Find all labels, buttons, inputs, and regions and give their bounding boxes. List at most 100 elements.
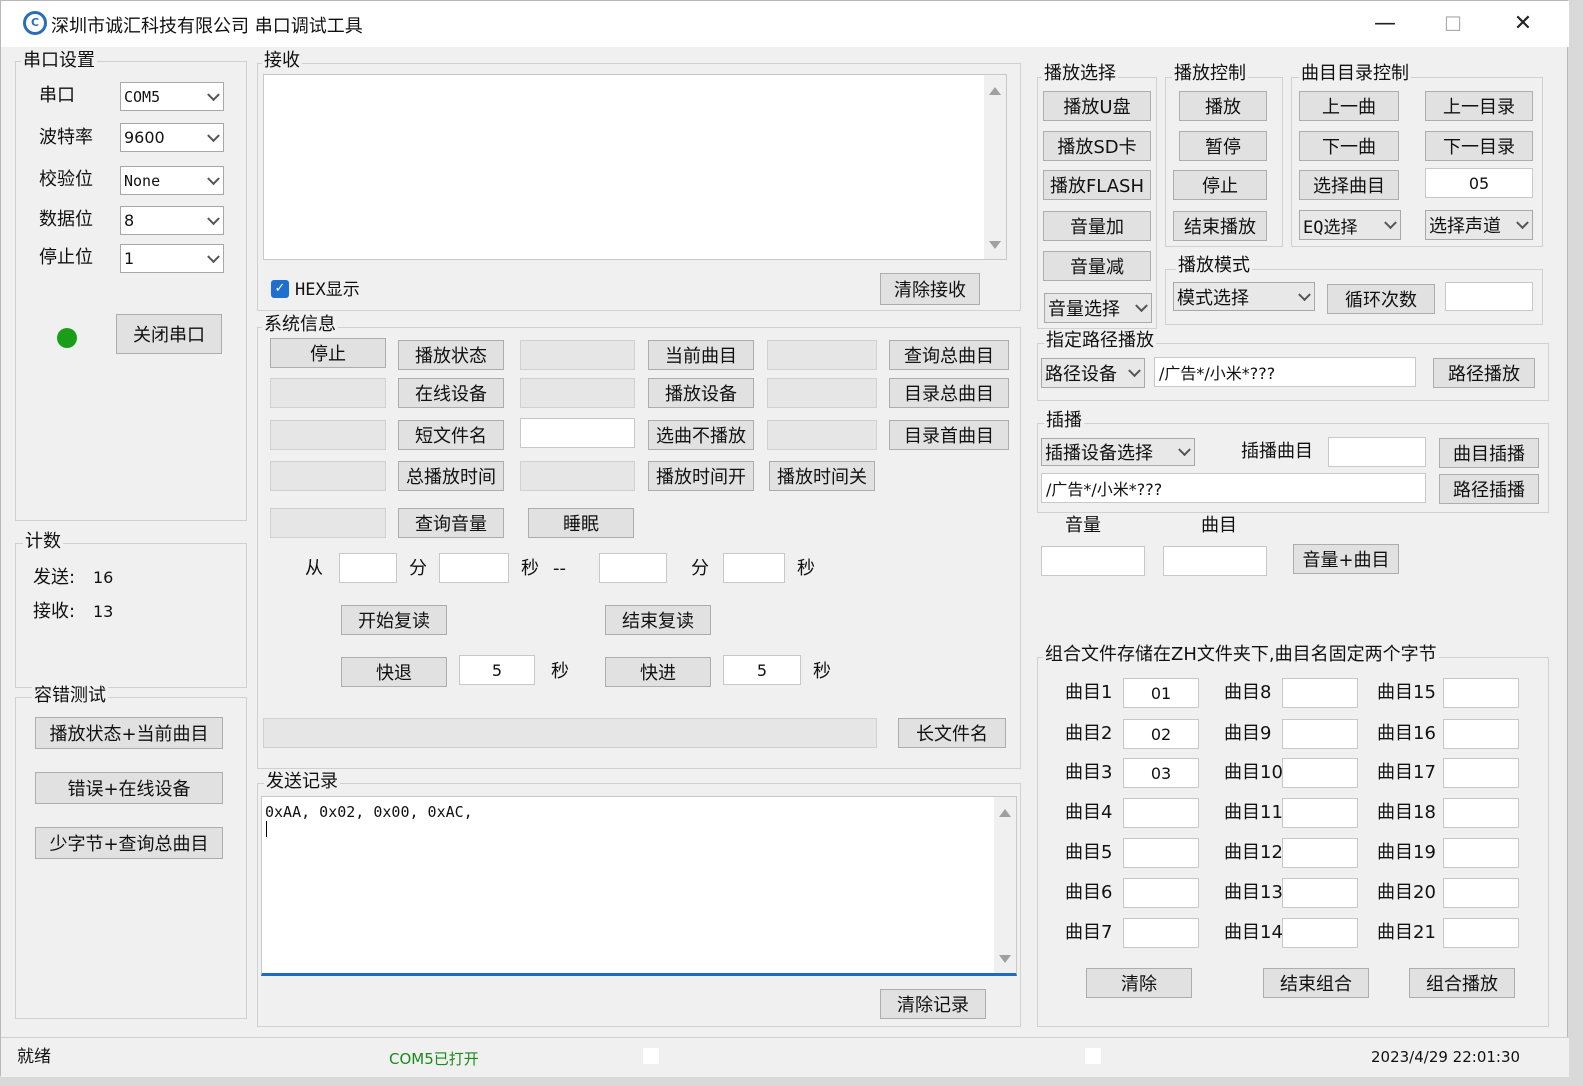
hex-display-checkbox[interactable]: ✓ [271, 280, 289, 298]
combo-track-input[interactable] [1282, 758, 1358, 788]
parity-select[interactable]: None [120, 166, 224, 195]
combo-track-input[interactable] [1123, 878, 1199, 908]
from-second-input[interactable] [439, 553, 509, 583]
forward-button[interactable]: 快进 [605, 657, 711, 687]
combo-clear-button[interactable]: 清除 [1086, 968, 1192, 998]
volume-select[interactable]: 音量选择 [1044, 293, 1152, 323]
rewind-button[interactable]: 快退 [341, 657, 447, 687]
combo-track-input[interactable] [1282, 798, 1358, 828]
mode-select[interactable]: 模式选择 [1173, 282, 1315, 311]
combo-track-input[interactable] [1443, 678, 1519, 708]
combo-end-button[interactable]: 结束组合 [1263, 968, 1369, 998]
databits-select[interactable]: 8 [120, 206, 224, 235]
vt-volume-input[interactable] [1041, 546, 1145, 576]
fault-short-total-button[interactable]: 少字节+查询总曲目 [35, 827, 223, 859]
maximize-button[interactable]: ☐ [1435, 9, 1471, 39]
from-minute-input[interactable] [339, 553, 397, 583]
path-insert-button[interactable]: 路径插播 [1439, 474, 1539, 504]
combo-track-input[interactable] [1282, 719, 1358, 749]
combo-track-input[interactable] [1443, 838, 1519, 868]
play-flash-button[interactable]: 播放FLASH [1043, 170, 1151, 200]
select-track-button[interactable]: 选择曲目 [1299, 170, 1399, 200]
combo-track-input[interactable] [1282, 918, 1358, 948]
fault-state-track-button[interactable]: 播放状态+当前曲目 [35, 717, 223, 749]
insert-path-input[interactable]: /广告*/小米*??? [1041, 473, 1426, 503]
send-log-scrollbar[interactable] [994, 797, 1016, 973]
stopbits-select[interactable]: 1 [120, 244, 224, 273]
baud-select[interactable]: 9600 [120, 123, 224, 152]
vt-track-input[interactable] [1163, 546, 1267, 576]
receive-textarea[interactable] [263, 74, 1007, 260]
combo-track-input[interactable] [1443, 719, 1519, 749]
combo-play-button[interactable]: 组合播放 [1409, 968, 1515, 998]
current-track-button[interactable]: 当前曲目 [648, 340, 754, 370]
combo-track-input[interactable] [1282, 878, 1358, 908]
loop-count-input[interactable] [1445, 282, 1533, 311]
volume-up-button[interactable]: 音量加 [1043, 211, 1151, 241]
combo-track-input[interactable] [1123, 798, 1199, 828]
sleep-button[interactable]: 睡眠 [528, 508, 634, 538]
play-time-off-button[interactable]: 播放时间关 [769, 461, 875, 491]
play-time-on-button[interactable]: 播放时间开 [648, 461, 754, 491]
play-state-button[interactable]: 播放状态 [398, 340, 504, 370]
combo-track-input[interactable]: 03 [1123, 758, 1199, 788]
scroll-up-icon[interactable] [999, 809, 1011, 817]
dir-first-track-button[interactable]: 目录首曲目 [889, 420, 1009, 450]
scroll-down-icon[interactable] [989, 241, 1001, 249]
forward-seconds-input[interactable]: 5 [723, 655, 801, 685]
next-track-button[interactable]: 下一曲 [1299, 131, 1399, 161]
play-udisk-button[interactable]: 播放U盘 [1043, 91, 1151, 121]
volume-down-button[interactable]: 音量减 [1043, 251, 1151, 281]
eq-select[interactable]: EQ选择 [1299, 210, 1401, 240]
online-device-button[interactable]: 在线设备 [398, 378, 504, 408]
clear-log-button[interactable]: 清除记录 [880, 989, 986, 1019]
prev-dir-button[interactable]: 上一目录 [1425, 91, 1533, 121]
track-insert-button[interactable]: 曲目插播 [1439, 438, 1539, 468]
end-play-button[interactable]: 结束播放 [1173, 211, 1267, 241]
dir-total-button[interactable]: 目录总曲目 [889, 378, 1009, 408]
stop-info-button[interactable]: 停止 [270, 338, 386, 368]
loop-count-button[interactable]: 循环次数 [1327, 284, 1435, 314]
path-input[interactable]: /广告*/小米*??? [1154, 357, 1416, 387]
combo-track-input[interactable] [1282, 678, 1358, 708]
query-total-button[interactable]: 查询总曲目 [889, 340, 1009, 370]
short-filename-button[interactable]: 短文件名 [398, 420, 504, 450]
total-play-time-button[interactable]: 总播放时间 [398, 461, 504, 491]
clear-receive-button[interactable]: 清除接收 [880, 273, 980, 305]
play-device-button[interactable]: 播放设备 [648, 378, 754, 408]
long-filename-button[interactable]: 长文件名 [898, 718, 1006, 748]
port-select[interactable]: COM5 [120, 82, 224, 111]
close-button[interactable]: ✕ [1505, 9, 1541, 39]
combo-track-input[interactable] [1123, 918, 1199, 948]
short-filename-input[interactable] [520, 418, 635, 448]
select-no-play-button[interactable]: 选曲不播放 [648, 420, 754, 450]
insert-track-input[interactable] [1328, 437, 1426, 467]
stop-button[interactable]: 停止 [1173, 170, 1267, 200]
next-dir-button[interactable]: 下一目录 [1425, 131, 1533, 161]
rewind-seconds-input[interactable]: 5 [459, 655, 535, 685]
scroll-up-icon[interactable] [989, 87, 1001, 95]
end-repeat-button[interactable]: 结束复读 [605, 605, 711, 635]
minimize-button[interactable]: — [1367, 9, 1403, 39]
start-repeat-button[interactable]: 开始复读 [341, 605, 447, 635]
combo-track-input[interactable] [1443, 878, 1519, 908]
path-device-select[interactable]: 路径设备 [1041, 358, 1145, 388]
channel-select[interactable]: 选择声道 [1425, 210, 1533, 240]
insert-device-select[interactable]: 插播设备选择 [1041, 438, 1195, 466]
volume-track-button[interactable]: 音量+曲目 [1293, 544, 1399, 574]
select-track-input[interactable]: 05 [1425, 168, 1533, 198]
scroll-down-icon[interactable] [999, 955, 1011, 963]
query-volume-button[interactable]: 查询音量 [398, 508, 504, 538]
fault-error-online-button[interactable]: 错误+在线设备 [35, 772, 223, 804]
prev-track-button[interactable]: 上一曲 [1299, 91, 1399, 121]
to-minute-input[interactable] [599, 553, 667, 583]
combo-track-input[interactable]: 01 [1123, 678, 1199, 708]
to-second-input[interactable] [723, 553, 785, 583]
combo-track-input[interactable] [1443, 758, 1519, 788]
play-button[interactable]: 播放 [1179, 91, 1267, 121]
combo-track-input[interactable]: 02 [1123, 719, 1199, 749]
combo-track-input[interactable] [1443, 918, 1519, 948]
send-log-textarea[interactable]: 0xAA, 0x02, 0x00, 0xAC, [261, 796, 1017, 976]
pause-button[interactable]: 暂停 [1179, 131, 1267, 161]
close-port-button[interactable]: 关闭串口 [116, 314, 222, 354]
